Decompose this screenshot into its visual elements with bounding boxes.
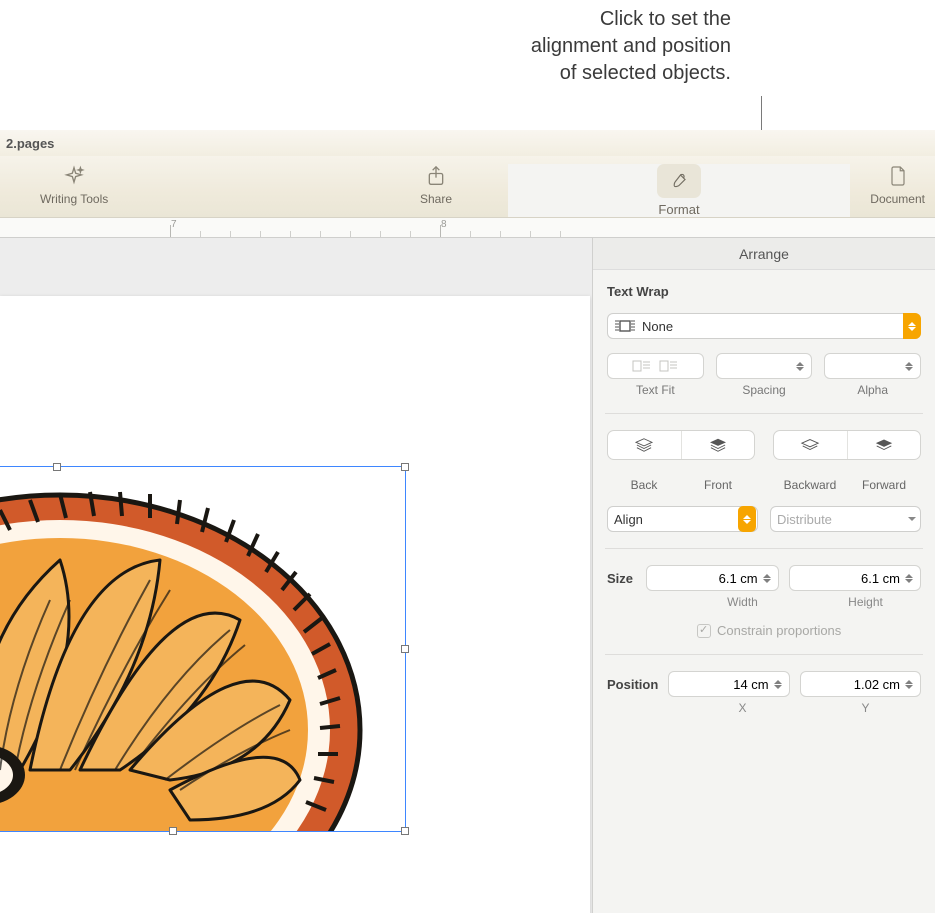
text-wrap-value: None (642, 319, 673, 334)
bring-to-front-button[interactable] (681, 431, 755, 459)
text-wrap-section-label: Text Wrap (607, 284, 921, 299)
x-label: X (687, 701, 798, 715)
document-inspector-button[interactable]: Document (870, 164, 925, 206)
share-button[interactable]: Share (420, 164, 452, 206)
text-wrap-none-icon (614, 317, 636, 335)
ruler-mark-8: 8 (441, 219, 447, 230)
selection-box (0, 466, 406, 832)
callout-top: Click to set the alignment and position … (431, 6, 731, 87)
front-label: Front (681, 478, 755, 492)
callout-line (761, 96, 762, 134)
distribute-label: Distribute (777, 512, 832, 527)
width-label: Width (687, 595, 798, 609)
document-icon (886, 164, 910, 188)
y-stepper[interactable] (800, 671, 921, 697)
height-label: Height (810, 595, 921, 609)
stack-front-icon (708, 437, 728, 453)
constrain-label: Constrain proportions (717, 623, 841, 638)
selection-handle[interactable] (53, 463, 61, 471)
bring-forward-button[interactable] (847, 431, 921, 459)
sparkle-icon (62, 164, 86, 188)
spacing-label: Spacing (742, 383, 785, 397)
width-stepper[interactable] (646, 565, 778, 591)
align-label: Align (614, 512, 643, 527)
document-label: Document (870, 192, 925, 206)
text-fit-control: Text Fit (607, 353, 704, 397)
constrain-proportions-checkbox[interactable]: Constrain proportions (697, 623, 921, 638)
inspector-tabbar: Arrange (593, 238, 935, 270)
backward-label: Backward (773, 478, 847, 492)
position-section-label: Position (607, 677, 658, 692)
forward-label: Forward (847, 478, 921, 492)
selection-handle[interactable] (401, 827, 409, 835)
ruler: 7 8 (0, 218, 935, 238)
text-fit-label: Text Fit (636, 383, 675, 397)
distribute-popup: Distribute (770, 506, 921, 532)
format-inspector-button[interactable]: Format (508, 164, 850, 217)
writing-tools-label: Writing Tools (40, 192, 108, 206)
size-section-label: Size (607, 571, 636, 586)
text-fit-icon (630, 358, 680, 374)
tab-arrange[interactable]: Arrange (739, 246, 789, 262)
document-canvas[interactable] (0, 238, 593, 913)
height-input[interactable] (790, 571, 920, 586)
height-stepper[interactable] (789, 565, 921, 591)
ruler-mark-7: 7 (171, 219, 177, 230)
toolbar: Writing Tools Share Format (0, 156, 935, 218)
back-label: Back (607, 478, 681, 492)
send-backward-button[interactable] (774, 431, 847, 459)
x-input[interactable] (669, 677, 788, 692)
alpha-label: Alpha (857, 383, 888, 397)
width-input[interactable] (647, 571, 777, 586)
app-window: 2.pages Writing Tools Share (0, 130, 935, 913)
share-label: Share (420, 192, 452, 206)
alpha-control: Alpha (824, 353, 921, 397)
stack-backward-icon (800, 438, 820, 452)
stack-forward-icon (874, 438, 894, 452)
y-input[interactable] (801, 677, 920, 692)
spacing-control: Spacing (716, 353, 813, 397)
align-popup[interactable]: Align (607, 506, 758, 532)
checkbox-icon (697, 624, 711, 638)
stack-back-icon (634, 437, 654, 453)
selection-handle[interactable] (401, 463, 409, 471)
document-filename: 2.pages (6, 136, 54, 151)
text-wrap-popup[interactable]: None (607, 313, 921, 339)
writing-tools-button[interactable]: Writing Tools (40, 164, 108, 206)
x-stepper[interactable] (668, 671, 789, 697)
selection-handle[interactable] (169, 827, 177, 835)
window-title: 2.pages (0, 130, 935, 156)
y-label: Y (810, 701, 921, 715)
inspector-sidebar: Arrange Text Wrap None (593, 238, 935, 913)
layer-order-group (607, 430, 921, 460)
selection-handle[interactable] (401, 645, 409, 653)
paintbrush-icon (667, 169, 691, 193)
share-icon (424, 164, 448, 188)
send-to-back-button[interactable] (608, 431, 681, 459)
format-label: Format (658, 202, 699, 217)
